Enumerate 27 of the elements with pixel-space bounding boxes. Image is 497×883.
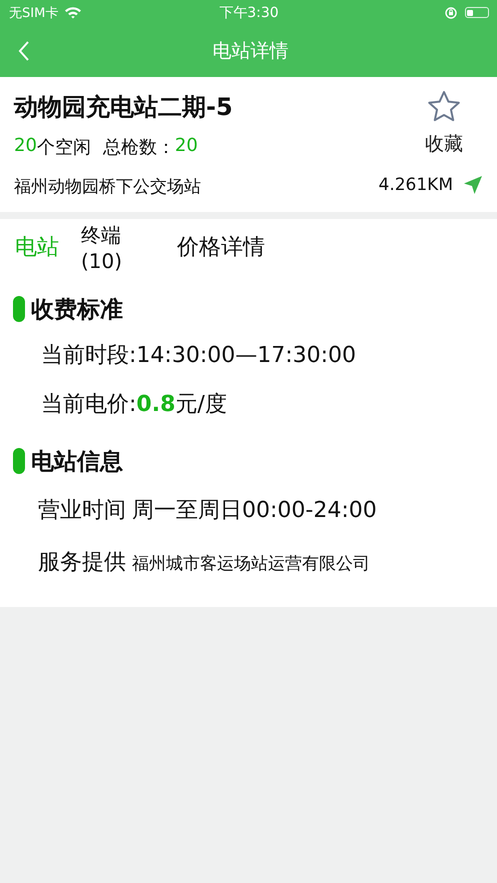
info-value: 福州城市客运场站运营有限公司 xyxy=(132,553,370,576)
info-text: 当前电价:0.8元/度 xyxy=(40,391,228,419)
total-count: 20 xyxy=(174,135,198,158)
carrier-label: 无SIM卡 xyxy=(9,4,58,22)
wifi-icon xyxy=(64,6,82,19)
info-text: 当前时段:14:30:00—17:30:00 xyxy=(40,342,358,370)
free-count: 20 xyxy=(14,135,37,158)
navigation-arrow-icon[interactable] xyxy=(463,175,483,195)
tab[interactable]: 价格详情 xyxy=(177,235,265,261)
section-marker xyxy=(13,296,25,322)
battery-icon xyxy=(464,7,489,18)
free-label: 个空闲 xyxy=(36,136,91,159)
distance-label: 4.261KM xyxy=(378,175,453,195)
section-title: 收费标准 xyxy=(31,296,123,324)
info-label: 服务提供 xyxy=(38,549,126,577)
info-label: 营业时间 xyxy=(38,497,126,525)
total-label: 总枪数： xyxy=(102,136,175,159)
station-address: 福州动物园桥下公交场站 xyxy=(14,176,202,198)
page-title: 电站详情 xyxy=(212,39,288,64)
tab[interactable]: 终端(10) xyxy=(81,222,139,274)
rotation-lock-icon xyxy=(444,6,457,18)
clock-time: 下午3:30 xyxy=(219,4,279,22)
section-title: 电站信息 xyxy=(31,448,123,476)
station-name: 动物园充电站二期-5 xyxy=(14,92,233,123)
section-marker xyxy=(13,448,25,474)
favorite-button[interactable]: 收藏 xyxy=(425,89,463,157)
info-value: 周一至周日00:00-24:00 xyxy=(132,497,377,525)
